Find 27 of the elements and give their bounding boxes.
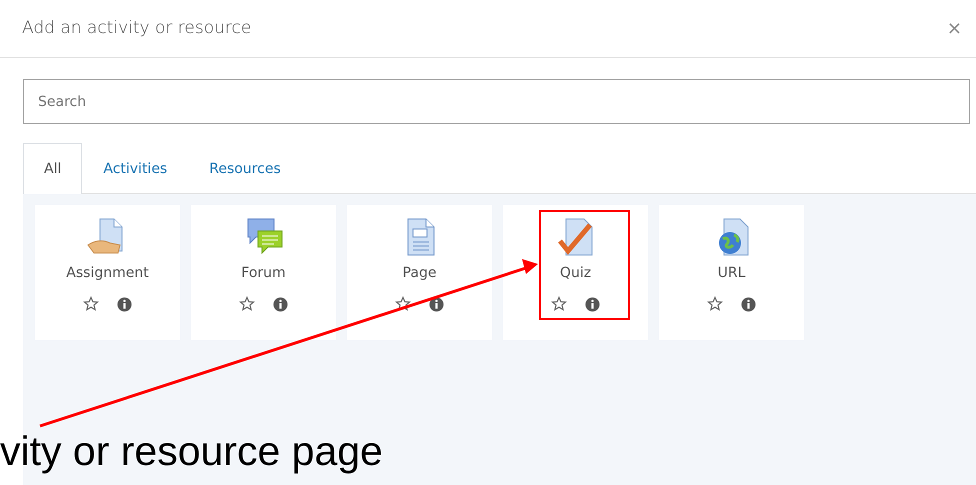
activity-name: URL: [718, 264, 746, 283]
star-icon[interactable]: [707, 296, 723, 312]
activity-card[interactable]: URL: [659, 205, 804, 340]
activity-card[interactable]: Assignment: [35, 205, 180, 340]
info-icon[interactable]: [273, 296, 288, 312]
star-icon[interactable]: [239, 296, 255, 312]
info-icon[interactable]: [585, 296, 600, 312]
info-icon[interactable]: [117, 296, 132, 312]
info-icon[interactable]: [429, 296, 444, 312]
dialog-title: Add an activity or resource: [22, 16, 252, 40]
activity-card[interactable]: Forum: [191, 205, 336, 340]
star-icon[interactable]: [551, 296, 567, 312]
search-field[interactable]: Search: [23, 79, 970, 124]
info-icon[interactable]: [741, 296, 756, 312]
activity-card[interactable]: Page: [347, 205, 492, 340]
activity-name: Assignment: [66, 264, 149, 283]
star-icon[interactable]: [395, 296, 411, 312]
activity-name: Page: [402, 264, 436, 283]
tab[interactable]: All: [23, 143, 82, 194]
callout-text: vity or resource page: [0, 429, 383, 474]
close-button[interactable]: ×: [942, 20, 966, 38]
activity-card[interactable]: Quiz: [503, 205, 648, 340]
activity-name: Forum: [241, 264, 286, 283]
activity-name: Quiz: [560, 264, 592, 283]
tab[interactable]: Activities: [82, 143, 188, 194]
star-icon[interactable]: [83, 296, 99, 312]
tab[interactable]: Resources: [188, 143, 302, 194]
